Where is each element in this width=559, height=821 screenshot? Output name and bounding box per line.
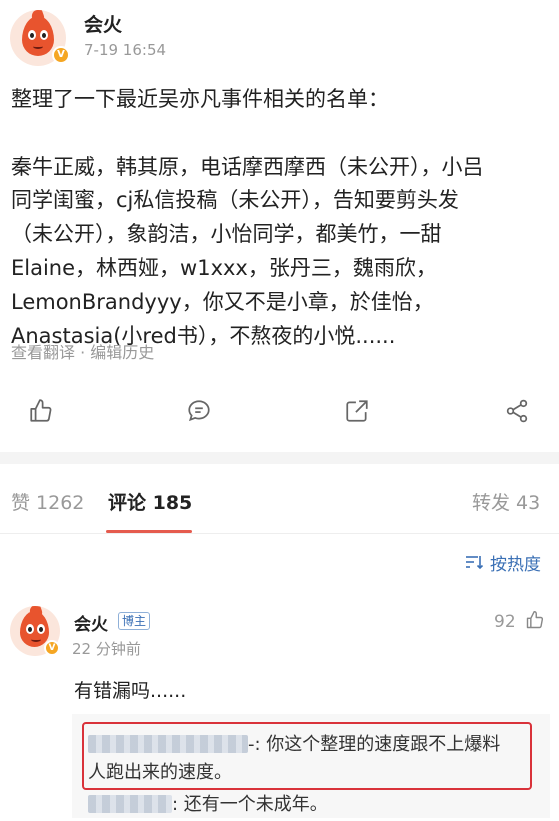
- tab-reposts[interactable]: 转发 43: [472, 488, 540, 515]
- host-badge: 博主: [118, 612, 151, 630]
- post-author[interactable]: 会火: [84, 10, 122, 37]
- share-icon[interactable]: [504, 398, 534, 428]
- like-icon[interactable]: [28, 398, 58, 428]
- comment-text: 有错漏吗......: [74, 680, 187, 702]
- post-line: Elaine，林西娅，w1xxx，张丹三，魏雨欣，: [11, 255, 437, 280]
- interaction-tabs: 赞 1262 评论 185 转发 43: [0, 478, 559, 534]
- post-line: 秦牛正威，韩其原，电话摩西摩西（未公开），小吕: [11, 154, 484, 179]
- sort-icon: [464, 554, 484, 574]
- comment-like-count: 92: [494, 612, 516, 632]
- post-time: 7-19 16:54: [84, 41, 167, 59]
- sort-label: 按热度: [490, 555, 541, 575]
- section-divider: [0, 452, 559, 464]
- post-line: 整理了一下最近吴亦凡事件相关的名单：: [11, 87, 389, 111]
- repost-icon[interactable]: [344, 398, 374, 428]
- thumbs-up-icon: [525, 610, 545, 635]
- tab-likes[interactable]: 赞 1262: [11, 488, 84, 515]
- post-action-bar: [0, 398, 559, 432]
- comment-like-button[interactable]: 92: [494, 610, 545, 635]
- comment-author[interactable]: 会火: [74, 610, 108, 635]
- active-tab-indicator: [106, 530, 192, 533]
- blurred-username: [88, 795, 172, 813]
- sort-by-hot-button[interactable]: 按热度: [464, 550, 541, 575]
- blurred-username: [88, 735, 248, 753]
- post-line: LemonBrandyyy，你又不是小章，於佳怡，: [11, 289, 434, 314]
- reply-text: -: 你这个整理的速度跟不上爆料: [248, 734, 501, 755]
- comment-time: 22 分钟前: [72, 640, 141, 658]
- comment-icon[interactable]: [186, 398, 216, 428]
- reply-text: : 还有一个未成年。: [172, 794, 328, 815]
- post-line: 同学闺蜜，cj私信投稿（未公开），告知要剪头发: [11, 188, 459, 213]
- tab-comments[interactable]: 评论 185: [108, 488, 192, 515]
- reply-line: : 还有一个未成年。: [88, 791, 328, 819]
- verified-badge-icon: V: [52, 46, 70, 64]
- flame-icon: [22, 16, 54, 56]
- reply-line: -: 你这个整理的速度跟不上爆料: [88, 731, 500, 759]
- post-content: 整理了一下最近吴亦凡事件相关的名单： ​ 秦牛正威，韩其原，电话摩西摩西（未公开…: [11, 83, 551, 353]
- reply-line: 人跑出来的速度。: [88, 762, 232, 783]
- post-meta-links[interactable]: 查看翻译 · 编辑历史: [11, 339, 154, 363]
- post-line: ​: [11, 117, 551, 151]
- verified-badge-icon: V: [44, 640, 60, 656]
- post-line: （未公开），象韵洁，小怡同学，都美竹，一甜: [11, 222, 442, 247]
